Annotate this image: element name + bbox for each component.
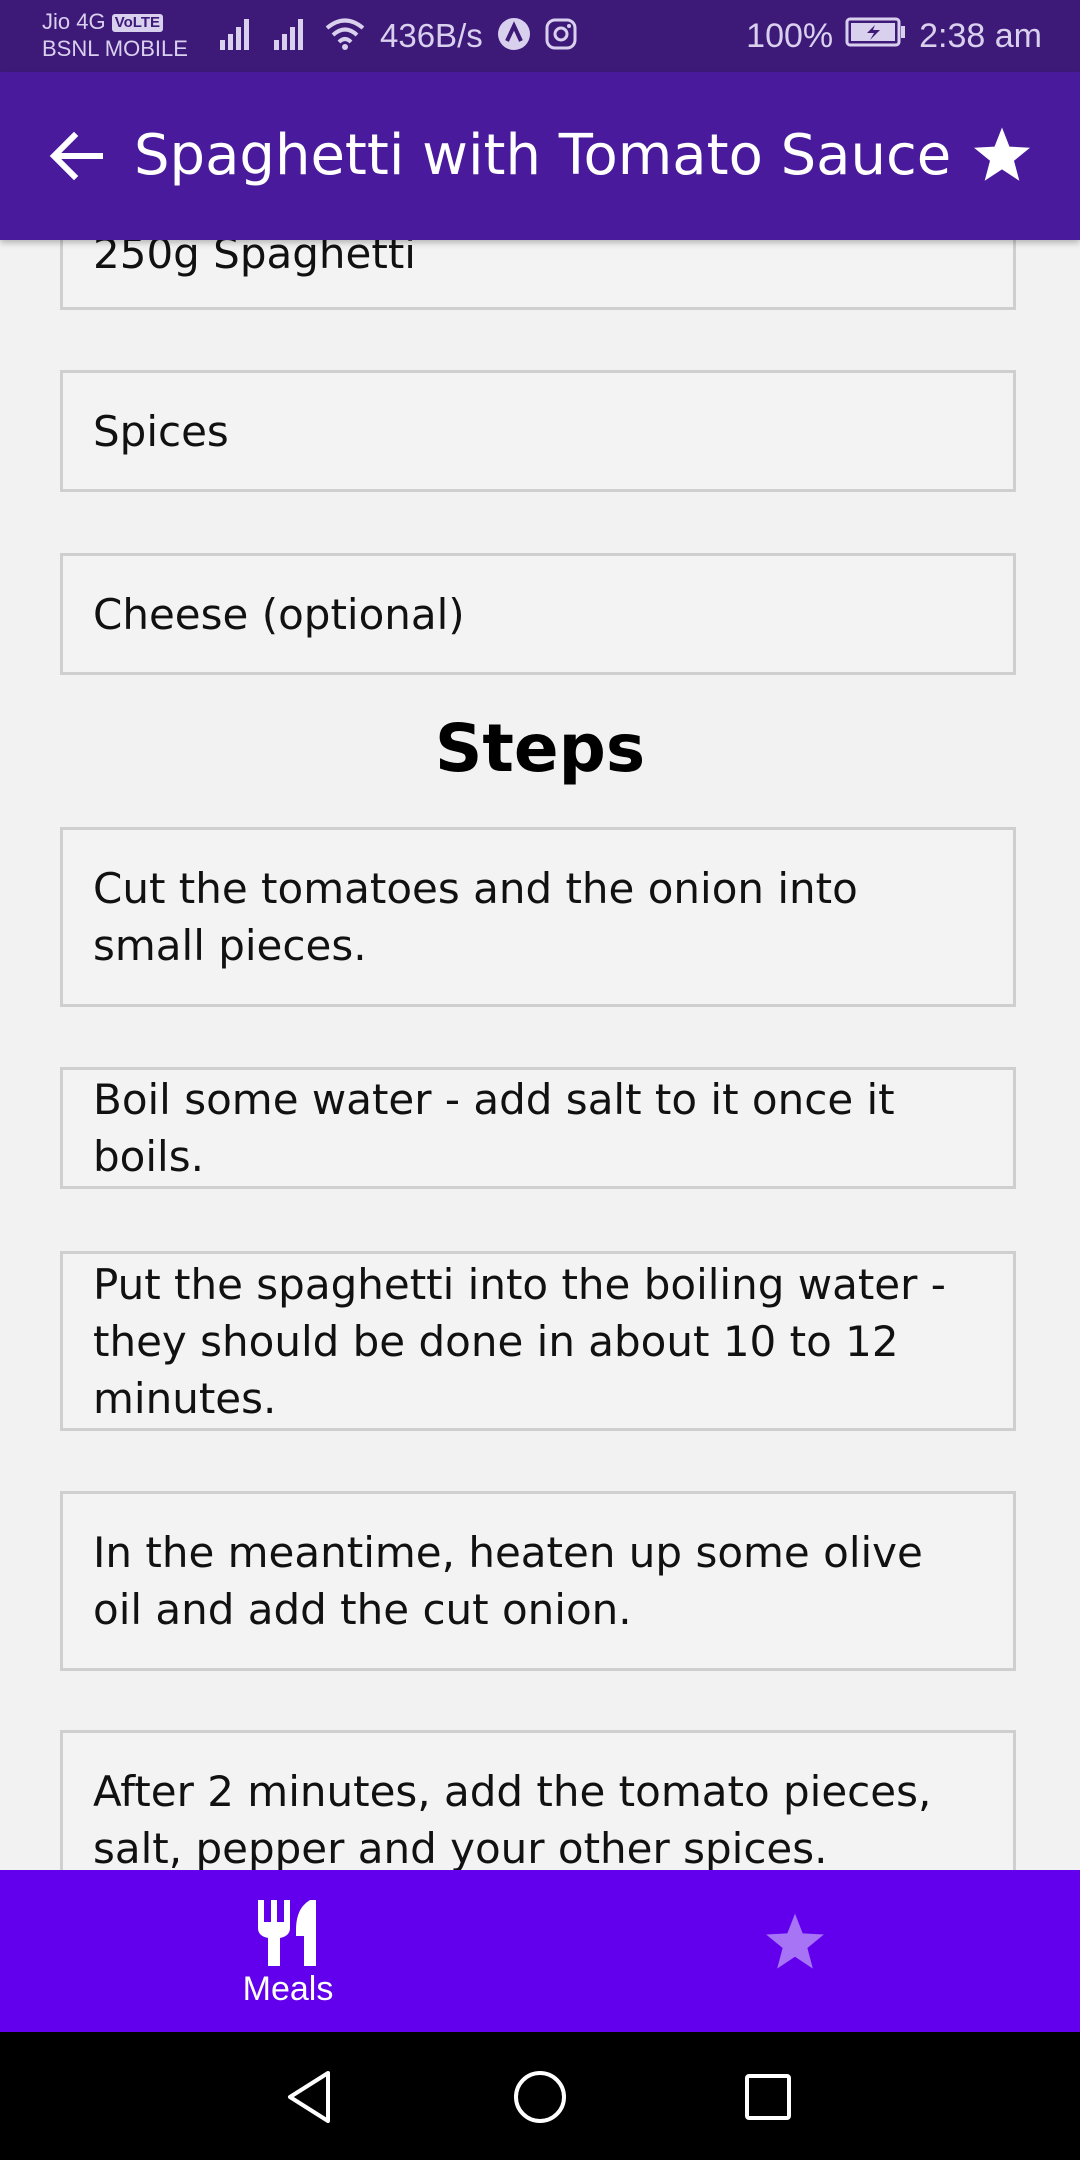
ingredient-text: 250g Spaghetti <box>93 240 416 278</box>
wifi-icon <box>324 16 366 57</box>
status-right: 100% 2:38 am <box>746 14 1042 58</box>
app-notification-icon <box>497 17 531 56</box>
carrier-info: Jio 4G VoLTE BSNL MOBILE <box>42 8 188 62</box>
page-title: Spaghetti with Tomato Sauce <box>134 123 952 188</box>
net-speed: 436B/s <box>380 17 483 54</box>
step-item: In the meantime, heaten up some olive oi… <box>60 1491 1016 1671</box>
carrier-name-1: Jio 4G <box>42 9 106 34</box>
system-navigation-bar <box>0 2032 1080 2160</box>
ingredient-text: Cheese (optional) <box>93 589 465 639</box>
arrow-back-icon <box>49 131 103 181</box>
system-recents-button[interactable] <box>733 2062 803 2132</box>
clock: 2:38 am <box>919 16 1042 55</box>
carrier-name-2: BSNL MOBILE <box>42 36 188 61</box>
volte-badge: VoLTE <box>111 14 163 32</box>
system-back-button[interactable] <box>274 2062 344 2132</box>
steps-heading: Steps <box>434 710 646 787</box>
step-text: Boil some water - add salt to it once it… <box>93 1075 895 1181</box>
step-text: After 2 minutes, add the tomato pieces, … <box>93 1767 932 1870</box>
ingredient-item: Cheese (optional) <box>60 553 1016 675</box>
step-item: Boil some water - add salt to it once it… <box>60 1067 1016 1189</box>
tab-meals-label: Meals <box>242 1970 334 2008</box>
star-icon <box>974 127 1030 181</box>
bottom-navigation: Meals <box>0 1870 1080 2032</box>
circle-home-icon <box>514 2071 566 2123</box>
signal-icon <box>216 16 256 57</box>
favorite-button[interactable] <box>962 118 1042 194</box>
instagram-icon <box>545 18 577 55</box>
signal-icon <box>270 16 310 57</box>
step-item: Cut the tomatoes and the onion into smal… <box>60 827 1016 1007</box>
tab-meals[interactable]: Meals <box>200 1870 376 2032</box>
status-bar: Jio 4G VoLTE BSNL MOBILE 436B/s 100% 2:3… <box>0 0 1080 72</box>
ingredient-item: Spices <box>60 370 1016 492</box>
meal-detail-content[interactable]: 250g Spaghetti Spices Cheese (optional) … <box>0 240 1080 1870</box>
star-icon <box>766 1913 824 1969</box>
restaurant-icon <box>258 1900 316 1966</box>
triangle-back-icon <box>288 2071 330 2123</box>
screen: Jio 4G VoLTE BSNL MOBILE 436B/s 100% 2:3… <box>0 0 1080 2160</box>
tab-favorites[interactable] <box>740 1888 850 1998</box>
ingredient-text: Spices <box>93 406 229 456</box>
step-text: Put the spaghetti into the boiling water… <box>93 1259 946 1423</box>
step-item: After 2 minutes, add the tomato pieces, … <box>60 1730 1016 1870</box>
step-text: Cut the tomatoes and the onion into smal… <box>93 864 858 970</box>
back-button[interactable] <box>40 124 112 188</box>
system-home-button[interactable] <box>505 2062 575 2132</box>
ingredient-item: 250g Spaghetti <box>60 240 1016 310</box>
status-icons: 436B/s <box>216 14 577 58</box>
step-item: Put the spaghetti into the boiling water… <box>60 1251 1016 1431</box>
battery-percent: 100% <box>746 16 834 55</box>
step-text: In the meantime, heaten up some olive oi… <box>93 1528 923 1634</box>
battery-charging-icon <box>845 17 907 56</box>
square-recents-icon <box>745 2074 791 2120</box>
app-bar: Spaghetti with Tomato Sauce <box>0 72 1080 240</box>
